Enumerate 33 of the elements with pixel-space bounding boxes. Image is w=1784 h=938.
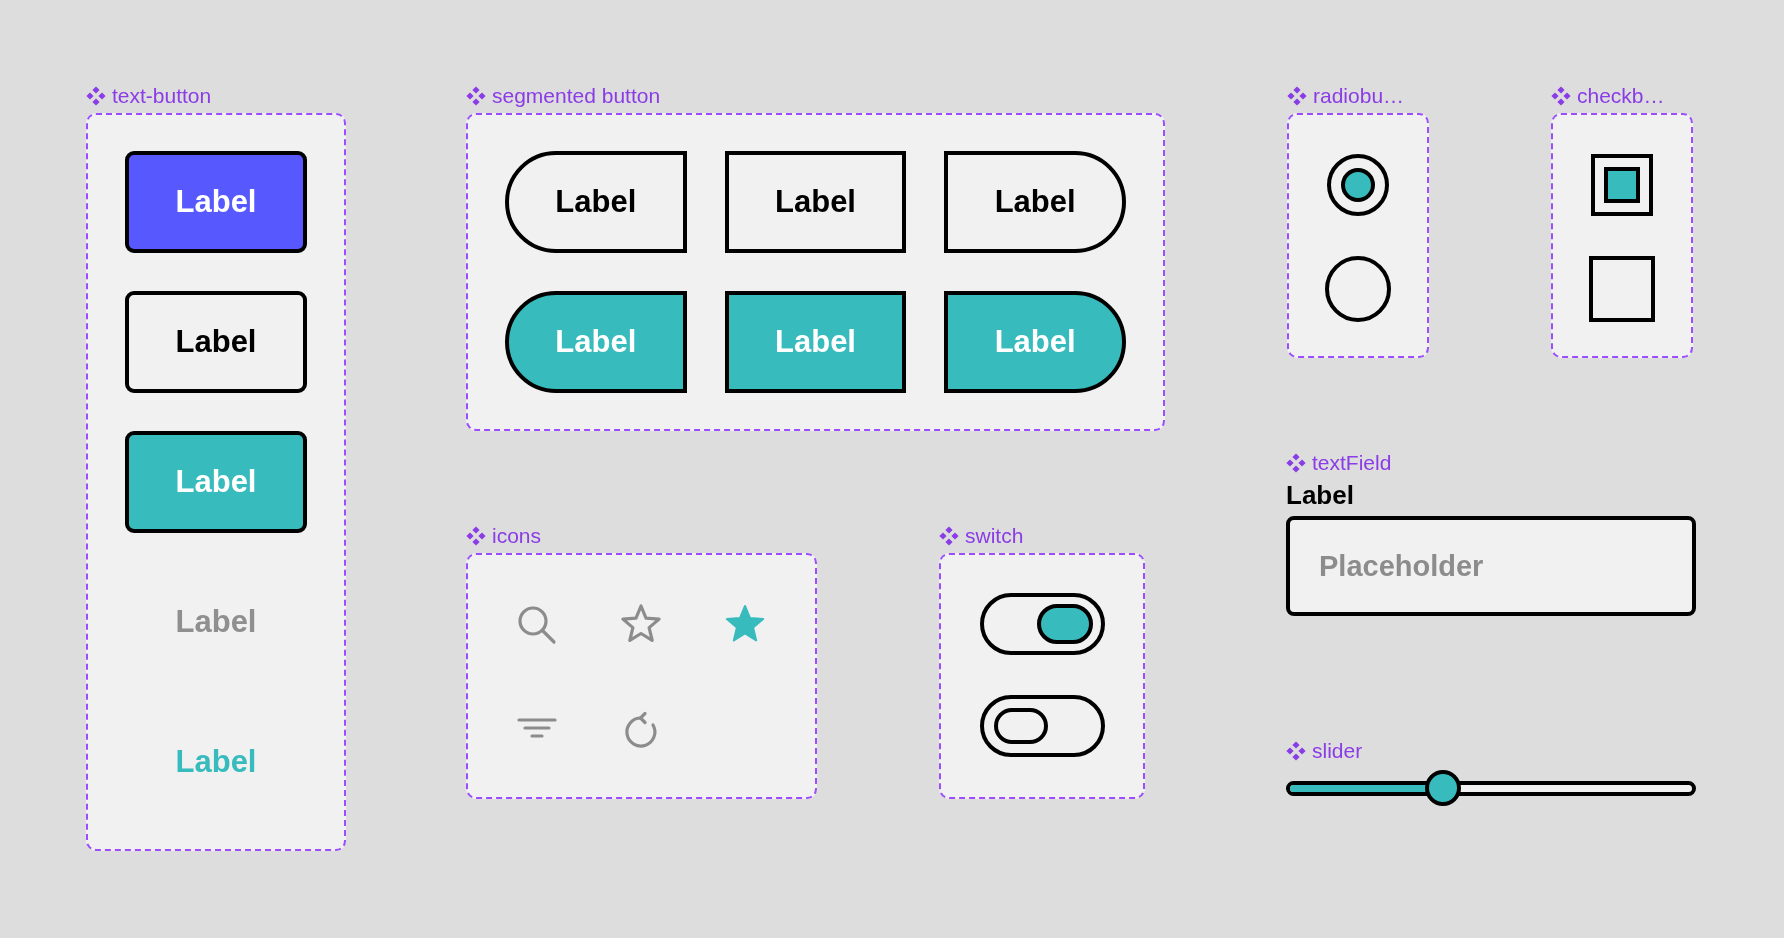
frame-title: segmented button bbox=[492, 84, 661, 108]
component-icon bbox=[1551, 86, 1571, 106]
component-icon bbox=[1286, 453, 1306, 473]
segment-button[interactable]: Label bbox=[505, 151, 687, 253]
field-label: Label bbox=[1286, 480, 1355, 510]
segment-button[interactable]: Label bbox=[944, 291, 1126, 393]
segment-button[interactable]: Label bbox=[944, 151, 1126, 253]
radio-button[interactable] bbox=[1325, 152, 1391, 218]
radio-button[interactable] bbox=[1325, 256, 1391, 322]
label-button[interactable]: Label bbox=[125, 291, 307, 393]
frame-title: slider bbox=[1312, 739, 1363, 763]
component-icon bbox=[466, 526, 486, 546]
component-icon bbox=[466, 86, 486, 106]
frame-title: checkb… bbox=[1577, 84, 1665, 108]
slider-track[interactable] bbox=[1286, 780, 1696, 796]
frame-title: text-button bbox=[112, 84, 212, 108]
segment-button[interactable]: Label bbox=[724, 151, 907, 253]
component-icon bbox=[86, 86, 106, 106]
frame-title: icons bbox=[492, 524, 542, 548]
input-field[interactable]: Placeholder bbox=[1286, 516, 1696, 616]
label-button[interactable]: Label bbox=[125, 431, 307, 533]
label-button[interactable]: Label bbox=[125, 711, 307, 813]
frame-title: switch bbox=[965, 524, 1024, 548]
checkbox[interactable] bbox=[1589, 152, 1655, 218]
label-button[interactable]: Label bbox=[125, 151, 307, 253]
component-icon bbox=[1287, 86, 1307, 106]
checkbox[interactable] bbox=[1589, 256, 1655, 322]
frame-title: textField bbox=[1312, 451, 1392, 475]
component-icon bbox=[1286, 741, 1306, 761]
segment-button[interactable]: Label bbox=[724, 291, 907, 393]
component-icon bbox=[939, 526, 959, 546]
frame-title: radiobu… bbox=[1313, 84, 1405, 108]
segment-button[interactable]: Label bbox=[505, 291, 687, 393]
